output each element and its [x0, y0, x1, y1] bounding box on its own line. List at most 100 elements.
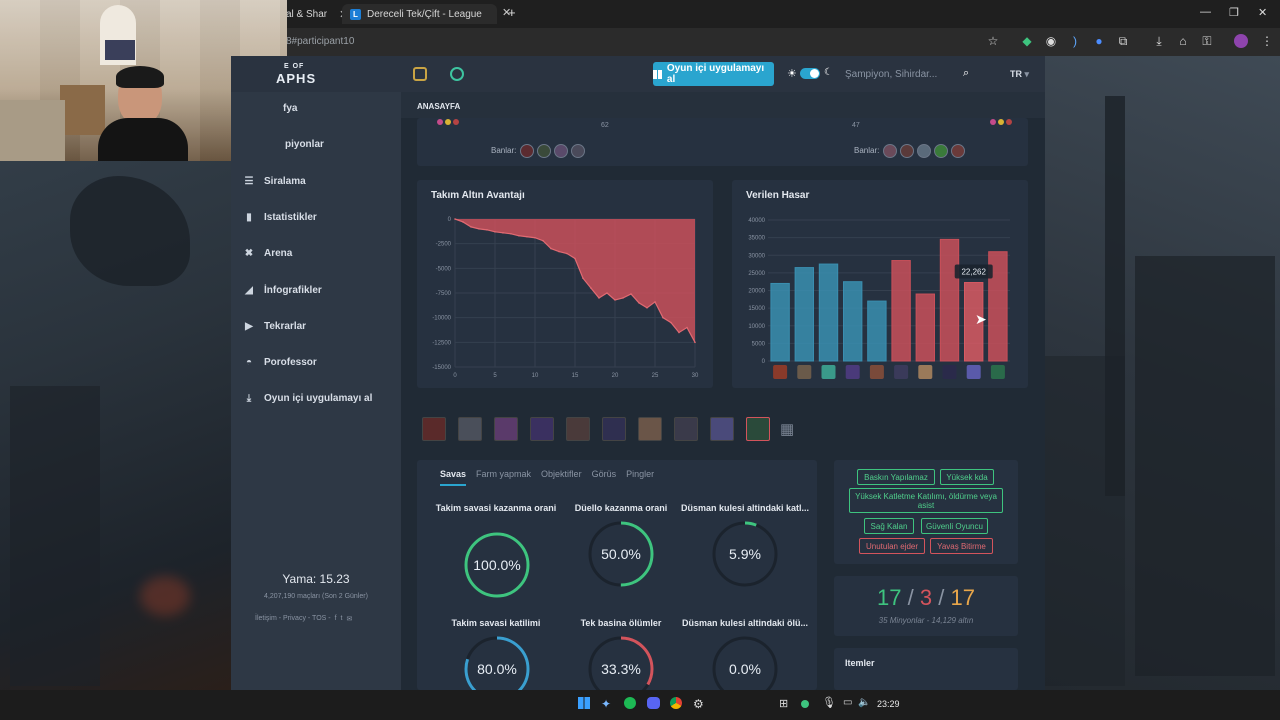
ban-champion-icon[interactable]	[537, 144, 551, 158]
grid-view-icon[interactable]: ▦	[780, 420, 794, 438]
list-icon: ☰	[244, 176, 254, 187]
new-tab-icon[interactable]: +	[508, 5, 516, 20]
url-field[interactable]: 8#participant10	[286, 36, 354, 47]
get-app-button[interactable]: Oyun içi uygulamayı al	[653, 62, 774, 86]
steam-icon[interactable]: ⚙	[693, 697, 704, 711]
stat-rings: 100.0% 50.0% 5.9% 80.0% 33.3% 0.0%	[464, 521, 778, 690]
sidebar-item-stats[interactable]: ▮ Istatistikler	[244, 212, 317, 223]
ban-champion-icon[interactable]	[900, 144, 914, 158]
sidebar-item-rankings[interactable]: ☰ Siralama	[244, 176, 306, 187]
sidebar-item-replays[interactable]: ▶ Tekrarlar	[244, 321, 306, 332]
search-input[interactable]: Şampiyon, Sihirdar...	[845, 64, 980, 84]
gold-advantage-chart: 0-2500-5000-7500-10000-12500-150000 5 10 15…	[432, 217, 699, 379]
facebook-icon[interactable]: f	[335, 615, 337, 623]
y-tick-label: 40000	[748, 218, 765, 224]
y-tick-label: 0	[448, 217, 452, 223]
ban-champion-icon[interactable]	[934, 144, 948, 158]
ban-champion-icon[interactable]	[554, 144, 568, 158]
ban-champion-icon[interactable]	[883, 144, 897, 158]
badge[interactable]: Baskın Yapılamaz	[857, 469, 935, 485]
tab-savas[interactable]: Savas	[440, 469, 467, 486]
tray-icon[interactable]: ⊞	[779, 697, 788, 710]
discord-icon[interactable]	[647, 697, 660, 709]
rune-icons-right	[990, 119, 1012, 125]
close-window-icon[interactable]: ✕	[1258, 6, 1267, 19]
champion-portrait[interactable]	[422, 417, 446, 441]
champion-portrait[interactable]	[602, 417, 626, 441]
site-logo[interactable]: APHS	[276, 71, 316, 86]
microphone-icon[interactable]: 🎙	[822, 696, 836, 709]
sidebar-item-get-app[interactable]: ⤓ Oyun içi uygulamayı al	[244, 393, 373, 404]
profile-avatar-icon[interactable]	[1234, 34, 1248, 48]
champion-portrait[interactable]	[566, 417, 590, 441]
maximize-icon[interactable]: ❐	[1229, 6, 1239, 19]
extension-icon[interactable]: ◆	[1020, 34, 1034, 48]
search-icon[interactable]: ⌕	[963, 67, 969, 80]
champion-portrait[interactable]	[530, 417, 554, 441]
status-dot-icon[interactable]	[801, 700, 809, 708]
tab-objectives[interactable]: Objektifler	[541, 469, 582, 486]
tab-vision[interactable]: Görüs	[592, 469, 617, 486]
language-select[interactable]: TR ▾	[1010, 69, 1029, 80]
sidebar-item-home[interactable]: fya	[283, 103, 297, 114]
sidebar-item-porofessor[interactable]: ◓ Porofessor	[244, 357, 317, 368]
sidebar-item-arena[interactable]: ✖ Arena	[244, 248, 293, 259]
sidebar-item-champions[interactable]: piyonlar	[285, 139, 324, 150]
bookmark-star-icon[interactable]: ☆	[986, 34, 1000, 48]
tft-icon[interactable]	[450, 67, 464, 81]
gold-point	[686, 326, 688, 329]
minimize-icon[interactable]: —	[1200, 6, 1211, 18]
network-icon[interactable]: ▭	[843, 697, 852, 708]
key-icon[interactable]: ⚿	[1200, 34, 1214, 48]
download-icon[interactable]: ⤓	[1152, 34, 1166, 48]
ban-champion-icon[interactable]	[520, 144, 534, 158]
windows-start-icon[interactable]	[578, 697, 590, 709]
rune-icons-left	[437, 119, 459, 125]
champion-portrait[interactable]	[638, 417, 662, 441]
incognito-icon[interactable]: ⌂	[1176, 34, 1190, 48]
app-icon[interactable]: ✦	[601, 697, 611, 711]
badge[interactable]: Güvenli Oyuncu	[921, 518, 988, 534]
champion-icon	[990, 365, 1005, 379]
browser-tab-active[interactable]: L Dereceli Tek/Çift - LeagueOfGra	[342, 4, 497, 24]
mail-icon[interactable]: ✉	[347, 615, 353, 623]
badge[interactable]: Yavaş Bitirme	[930, 538, 993, 554]
tab-pings[interactable]: Pingler	[626, 469, 654, 486]
breadcrumb[interactable]: ANASAYFA	[417, 102, 460, 111]
chrome-icon[interactable]	[670, 697, 682, 709]
menu-dots-icon[interactable]: ⋮	[1260, 34, 1274, 48]
puzzle-icon[interactable]: ⧉	[1116, 34, 1130, 48]
champion-portrait[interactable]	[458, 417, 482, 441]
porofessor-icon: ◓	[245, 357, 253, 368]
extension-icon[interactable]: ●	[1092, 34, 1106, 48]
badge[interactable]: Sağ Kalan	[864, 518, 914, 534]
stat-value: 33.3%	[601, 661, 641, 677]
site-logo-top[interactable]: E OF	[284, 63, 304, 70]
y-tick-label: -5000	[436, 266, 452, 272]
badge[interactable]: Yüksek Katletme Katılımı, öldürme veya a…	[849, 488, 1003, 513]
twitter-icon[interactable]: t	[341, 615, 343, 623]
items-panel	[834, 648, 1018, 690]
champion-portrait[interactable]	[494, 417, 518, 441]
y-tick-label: 20000	[748, 289, 765, 295]
badge[interactable]: Yüksek kda	[940, 469, 994, 485]
ban-champion-icon[interactable]	[571, 144, 585, 158]
ban-champion-icon[interactable]	[917, 144, 931, 158]
spotify-icon[interactable]	[624, 697, 636, 709]
league-icon[interactable]	[413, 67, 427, 81]
clock[interactable]: 23:29	[877, 699, 900, 709]
tab-farm[interactable]: Farm yapmak	[476, 469, 531, 486]
audio-extension-icon[interactable]: )	[1068, 34, 1082, 48]
champion-portrait[interactable]	[710, 417, 734, 441]
browser-tab[interactable]: al & Shar ✕	[286, 4, 348, 24]
sidebar-item-infographics[interactable]: ◢ İnfografikler	[244, 285, 322, 296]
badge[interactable]: Unutulan ejder	[859, 538, 925, 554]
gamepad-icon[interactable]: ◉	[1044, 34, 1058, 48]
gold-point	[614, 299, 616, 301]
speaker-icon[interactable]: 🔈	[858, 697, 870, 708]
stat-value: 0.0%	[729, 661, 761, 677]
theme-toggle[interactable]	[800, 68, 820, 79]
champion-portrait[interactable]	[674, 417, 698, 441]
champion-portrait-selected[interactable]	[746, 417, 770, 441]
ban-champion-icon[interactable]	[951, 144, 965, 158]
